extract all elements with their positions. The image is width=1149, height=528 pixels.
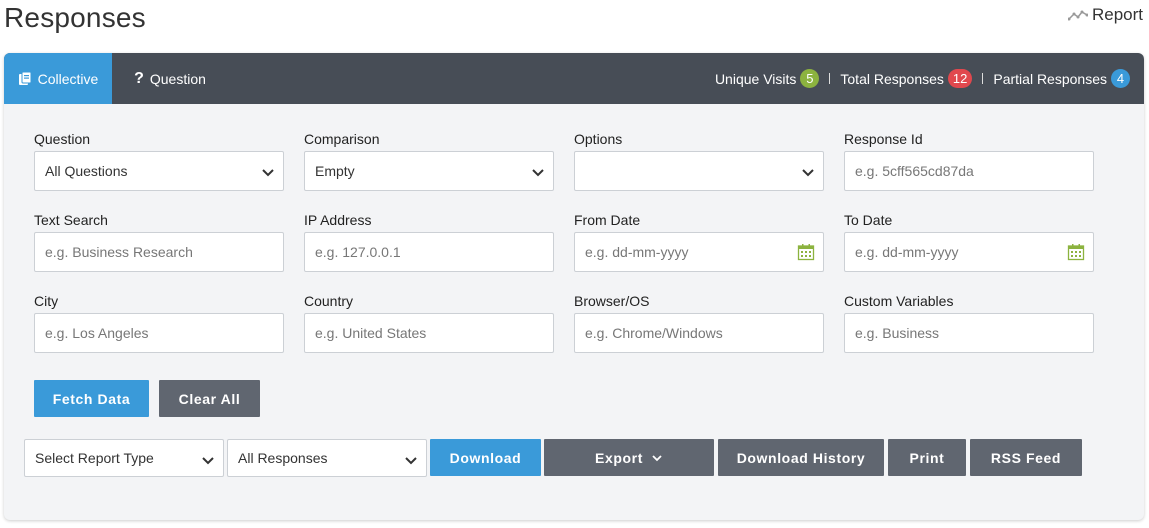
comparison-field: Comparison Empty bbox=[304, 131, 554, 191]
options-field: Options bbox=[574, 131, 824, 191]
comparison-label: Comparison bbox=[304, 131, 380, 147]
calendar-icon[interactable] bbox=[797, 243, 815, 264]
stat-total-responses: Total Responses 12 bbox=[840, 69, 973, 88]
stat-divider bbox=[982, 73, 984, 84]
question-select[interactable]: All Questions bbox=[34, 151, 284, 191]
response-id-input-wrap bbox=[844, 151, 1094, 191]
country-input[interactable] bbox=[315, 325, 543, 341]
custom-variables-input-wrap bbox=[844, 313, 1094, 353]
clear-all-button[interactable]: Clear All bbox=[159, 380, 260, 417]
tab-question[interactable]: ? Question bbox=[120, 53, 220, 104]
chevron-down-icon bbox=[801, 165, 815, 181]
question-label: Question bbox=[34, 131, 91, 147]
options-label: Options bbox=[574, 131, 623, 147]
export-button[interactable]: Export bbox=[544, 439, 714, 476]
report-type-select[interactable]: Select Report Type bbox=[24, 439, 224, 477]
custom-variables-input[interactable] bbox=[855, 325, 1083, 341]
tab-question-label: Question bbox=[149, 70, 206, 87]
ip-address-input[interactable] bbox=[315, 244, 543, 260]
chevron-down-icon bbox=[261, 165, 275, 181]
country-input-wrap bbox=[304, 313, 554, 353]
chevron-down-icon bbox=[651, 450, 663, 466]
country-field: Country bbox=[304, 293, 554, 353]
country-label: Country bbox=[304, 293, 354, 309]
comparison-select-value: Empty bbox=[315, 163, 355, 179]
print-button[interactable]: Print bbox=[888, 439, 966, 476]
report-link[interactable]: Report bbox=[1067, 5, 1143, 25]
from-date-input-wrap bbox=[574, 232, 824, 272]
rss-feed-button[interactable]: RSS Feed bbox=[970, 439, 1082, 476]
chevron-down-icon bbox=[201, 453, 215, 469]
stat-unique-visits: Unique Visits 5 bbox=[714, 69, 820, 88]
report-link-label: Report bbox=[1091, 5, 1143, 24]
response-id-input[interactable] bbox=[855, 163, 1083, 179]
to-date-field: To Date bbox=[844, 212, 1094, 272]
page-title: Responses bbox=[4, 2, 146, 33]
chevron-down-icon bbox=[404, 453, 418, 469]
city-input-wrap bbox=[34, 313, 284, 353]
responses-filter-select[interactable]: All Responses bbox=[227, 439, 427, 477]
browser-os-label: Browser/OS bbox=[574, 293, 650, 309]
question-icon: ? bbox=[134, 69, 144, 87]
download-button[interactable]: Download bbox=[430, 439, 541, 476]
unique-visits-badge: 5 bbox=[800, 69, 820, 88]
ip-address-input-wrap bbox=[304, 232, 554, 272]
responses-filter-value: All Responses bbox=[238, 450, 328, 466]
clipboard-icon bbox=[18, 71, 32, 86]
city-field: City bbox=[34, 293, 284, 353]
responses-panel: Collective ? Question Unique Visits 5 To… bbox=[4, 53, 1144, 520]
chart-line-icon bbox=[1067, 9, 1088, 21]
report-type-value: Select Report Type bbox=[35, 450, 154, 466]
from-date-input[interactable] bbox=[585, 244, 813, 260]
response-id-label: Response Id bbox=[844, 131, 923, 147]
tab-collective[interactable]: Collective bbox=[4, 53, 112, 104]
from-date-label: From Date bbox=[574, 212, 641, 228]
to-date-input[interactable] bbox=[855, 244, 1083, 260]
stat-partial-responses: Partial Responses 4 bbox=[993, 69, 1130, 88]
partial-responses-badge: 4 bbox=[1111, 69, 1130, 88]
options-select[interactable] bbox=[574, 151, 824, 191]
calendar-icon[interactable] bbox=[1067, 243, 1085, 264]
city-input[interactable] bbox=[45, 325, 273, 341]
download-history-button[interactable]: Download History bbox=[718, 439, 884, 476]
total-responses-label: Total Responses bbox=[840, 70, 944, 87]
unique-visits-label: Unique Visits bbox=[714, 70, 797, 87]
text-search-field: Text Search bbox=[34, 212, 284, 272]
text-search-input-wrap bbox=[34, 232, 284, 272]
browser-os-input-wrap bbox=[574, 313, 824, 353]
browser-os-field: Browser/OS bbox=[574, 293, 824, 353]
from-date-field: From Date bbox=[574, 212, 824, 272]
stat-divider bbox=[829, 73, 831, 84]
tab-bar: Collective ? Question Unique Visits 5 To… bbox=[4, 53, 1144, 104]
comparison-select[interactable]: Empty bbox=[304, 151, 554, 191]
fetch-data-button[interactable]: Fetch Data bbox=[34, 380, 149, 417]
city-label: City bbox=[34, 293, 59, 309]
ip-address-field: IP Address bbox=[304, 212, 554, 272]
question-field: Question All Questions bbox=[34, 131, 284, 191]
tab-collective-label: Collective bbox=[37, 70, 99, 87]
ip-address-label: IP Address bbox=[304, 212, 372, 228]
question-select-value: All Questions bbox=[45, 163, 128, 179]
to-date-label: To Date bbox=[844, 212, 893, 228]
response-id-field: Response Id bbox=[844, 131, 1094, 191]
response-stats: Unique Visits 5 Total Responses 12 Parti… bbox=[715, 53, 1130, 104]
export-label: Export bbox=[595, 449, 643, 466]
text-search-label: Text Search bbox=[34, 212, 108, 228]
total-responses-badge: 12 bbox=[947, 69, 973, 88]
partial-responses-label: Partial Responses bbox=[993, 70, 1107, 87]
browser-os-input[interactable] bbox=[585, 325, 813, 341]
chevron-down-icon bbox=[531, 165, 545, 181]
custom-variables-field: Custom Variables bbox=[844, 293, 1094, 353]
to-date-input-wrap bbox=[844, 232, 1094, 272]
text-search-input[interactable] bbox=[45, 244, 273, 260]
custom-variables-label: Custom Variables bbox=[844, 293, 954, 309]
